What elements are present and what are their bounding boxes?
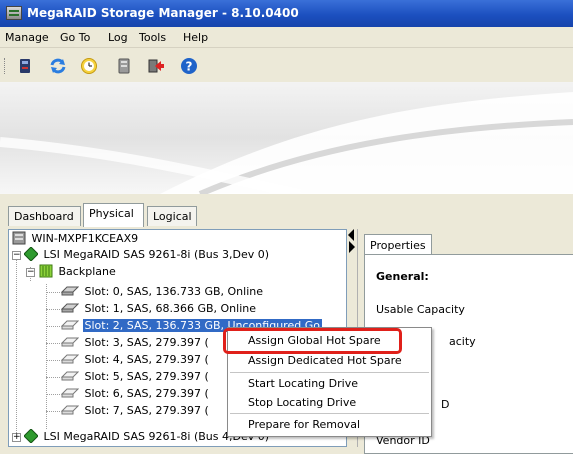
tab-properties[interactable]: Properties bbox=[364, 234, 432, 255]
header-banner bbox=[0, 82, 573, 194]
drive-icon bbox=[60, 371, 80, 381]
menu-item-assign-dedicated-hot-spare[interactable]: Assign Dedicated Hot Spare bbox=[228, 352, 431, 370]
drive-icon bbox=[60, 320, 80, 330]
menu-separator bbox=[230, 413, 429, 414]
collapse-left-icon[interactable] bbox=[348, 229, 354, 241]
tree-line bbox=[46, 394, 60, 395]
menu-item-assign-global-hot-spare[interactable]: Assign Global Hot Spare bbox=[228, 332, 431, 350]
disk-icon[interactable] bbox=[115, 57, 133, 75]
menu-manage[interactable]: Manage bbox=[5, 31, 49, 44]
collapse-toggle[interactable]: − bbox=[26, 268, 35, 277]
tree-node-label: LSI MegaRAID SAS 9261-8i (Bus 3,Dev 0) bbox=[43, 248, 270, 261]
tree-node-label: Slot: 3, SAS, 279.397 ( bbox=[84, 336, 209, 349]
menu-go-to[interactable]: Go To bbox=[60, 31, 90, 44]
menu-item-start-locating-drive[interactable]: Start Locating Drive bbox=[228, 375, 431, 393]
toolbar-grip bbox=[4, 58, 6, 74]
controller-icon bbox=[23, 428, 39, 444]
property-label: D bbox=[441, 398, 450, 411]
tree-node-slot-4[interactable]: Slot: 4, SAS, 279.397 ( bbox=[60, 352, 211, 369]
context-menu: Assign Global Hot Spare Assign Dedicated… bbox=[227, 327, 432, 437]
menu-help[interactable]: Help bbox=[183, 31, 208, 44]
menu-log[interactable]: Log bbox=[108, 31, 128, 44]
tree-node-controller[interactable]: LSI MegaRAID SAS 9261-8i (Bus 3,Dev 0) bbox=[23, 246, 271, 264]
help-icon[interactable]: ? bbox=[180, 57, 198, 75]
properties-heading: General: bbox=[376, 270, 429, 283]
title-bar: MegaRAID Storage Manager - 8.10.0400 bbox=[0, 0, 573, 27]
tree-node-label: Slot: 6, SAS, 279.397 ( bbox=[84, 387, 209, 400]
tree-line bbox=[46, 309, 60, 310]
menu-tools[interactable]: Tools bbox=[139, 31, 166, 44]
tree-node-slot-6[interactable]: Slot: 6, SAS, 279.397 ( bbox=[60, 386, 211, 403]
backplane-icon bbox=[39, 264, 53, 278]
tree-line bbox=[46, 326, 60, 327]
collapse-toggle[interactable]: − bbox=[12, 251, 21, 260]
tree-node-label: Slot: 1, SAS, 68.366 GB, Online bbox=[84, 302, 257, 315]
svg-text:?: ? bbox=[186, 60, 193, 74]
menu-separator bbox=[230, 372, 429, 373]
property-label: acity bbox=[449, 335, 476, 348]
tree-node-host[interactable]: WIN-MXPF1KCEAX9 bbox=[12, 231, 140, 248]
exit-icon[interactable] bbox=[147, 57, 165, 75]
app-icon bbox=[6, 6, 22, 20]
tree-node-label: Slot: 7, SAS, 279.397 ( bbox=[84, 404, 209, 417]
collapse-right-icon[interactable] bbox=[349, 241, 355, 253]
window-title: MegaRAID Storage Manager - 8.10.0400 bbox=[27, 6, 299, 20]
tab-dashboard[interactable]: Dashboard bbox=[8, 206, 81, 226]
tree-node-label: Slot: 4, SAS, 279.397 ( bbox=[84, 353, 209, 366]
tree-node-label: WIN-MXPF1KCEAX9 bbox=[31, 232, 139, 245]
tree-node-slot-1[interactable]: Slot: 1, SAS, 68.366 GB, Online bbox=[60, 301, 258, 318]
tree-line bbox=[46, 411, 60, 412]
drive-icon bbox=[60, 286, 80, 296]
property-label: Usable Capacity bbox=[376, 303, 465, 316]
tab-logical[interactable]: Logical bbox=[147, 206, 197, 226]
tree-line bbox=[46, 284, 47, 429]
toolbar: ? bbox=[0, 48, 573, 82]
scan-icon[interactable] bbox=[16, 57, 34, 75]
tab-physical[interactable]: Physical bbox=[83, 203, 144, 227]
tree-node-label: Slot: 0, SAS, 136.733 GB, Online bbox=[84, 285, 264, 298]
tree-line bbox=[46, 292, 60, 293]
drive-icon bbox=[60, 303, 80, 313]
tree-line bbox=[16, 252, 17, 437]
expand-toggle[interactable]: + bbox=[12, 433, 21, 442]
drive-icon bbox=[60, 388, 80, 398]
tree-node-slot-0[interactable]: Slot: 0, SAS, 136.733 GB, Online bbox=[60, 284, 265, 301]
refresh-icon[interactable] bbox=[49, 57, 67, 75]
tree-node-backplane[interactable]: Backplane bbox=[39, 264, 118, 281]
tree-node-slot-5[interactable]: Slot: 5, SAS, 279.397 ( bbox=[60, 369, 211, 386]
menu-item-stop-locating-drive[interactable]: Stop Locating Drive bbox=[228, 394, 431, 412]
drive-icon bbox=[60, 354, 80, 364]
tree-line bbox=[46, 360, 60, 361]
tree-line bbox=[46, 343, 60, 344]
drive-icon bbox=[60, 405, 80, 415]
menu-item-prepare-for-removal[interactable]: Prepare for Removal bbox=[228, 416, 431, 434]
tree-line bbox=[46, 377, 60, 378]
banner-swoosh bbox=[0, 92, 573, 194]
drive-icon bbox=[60, 337, 80, 347]
controller-icon bbox=[23, 246, 39, 262]
view-tabs: Dashboard Physical Logical bbox=[0, 194, 573, 229]
tree-node-label: Slot: 5, SAS, 279.397 ( bbox=[84, 370, 209, 383]
tree-node-slot-7[interactable]: Slot: 7, SAS, 279.397 ( bbox=[60, 403, 211, 420]
tree-node-label: Backplane bbox=[58, 265, 116, 278]
server-icon bbox=[12, 231, 26, 245]
clock-icon[interactable] bbox=[80, 57, 98, 75]
tree-node-slot-3[interactable]: Slot: 3, SAS, 279.397 ( bbox=[60, 335, 211, 352]
menu-bar: Manage Go To Log Tools Help bbox=[0, 27, 573, 48]
